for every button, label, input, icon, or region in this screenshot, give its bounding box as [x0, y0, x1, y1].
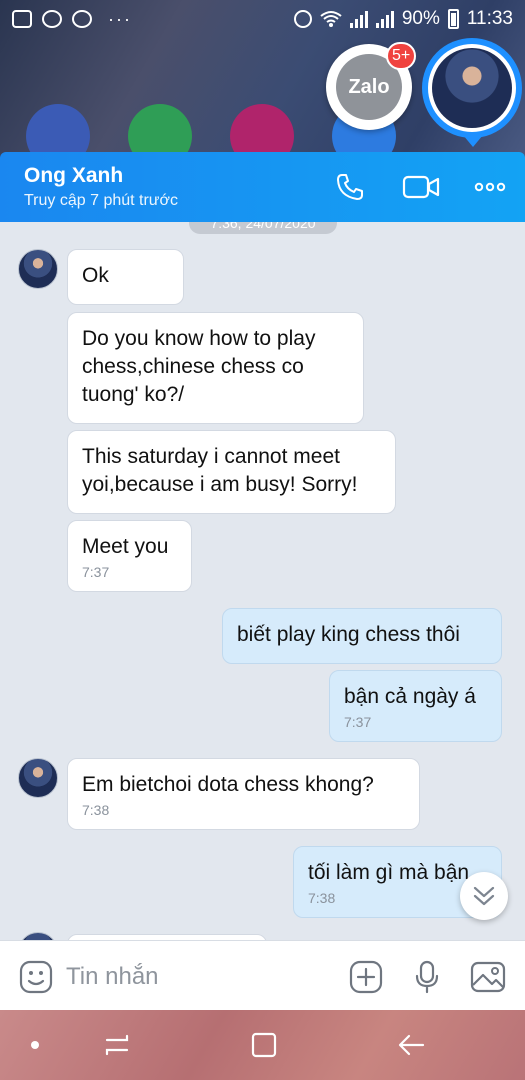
- message-text: tối làm gì mà bận: [308, 861, 470, 884]
- message-bubble-incoming[interactable]: Em bietchoi dota chess khong? 7:38: [67, 758, 420, 830]
- home-icon: [251, 1032, 277, 1058]
- message-text: Do you know how to play chess,chinese ch…: [82, 327, 316, 406]
- sticker-button[interactable]: [18, 959, 54, 995]
- voice-message-button[interactable]: [409, 959, 445, 995]
- unread-badge: 5+: [386, 42, 417, 70]
- chat-header: Ong Xanh Truy cập 7 phút trước: [0, 152, 525, 222]
- viber-notification-icon: [42, 10, 62, 28]
- contact-chat-head[interactable]: [422, 38, 522, 138]
- send-image-button[interactable]: [470, 959, 506, 995]
- avatar[interactable]: [18, 932, 58, 940]
- viber-notification-icon-2: [72, 10, 92, 28]
- back-icon: [398, 1034, 425, 1056]
- signal-icon: [349, 10, 368, 28]
- message-text: bận cả ngày á: [344, 685, 476, 708]
- nav-dot-button[interactable]: [20, 1030, 50, 1060]
- more-attachments-button[interactable]: [348, 959, 384, 995]
- message-text: Ok: [82, 264, 109, 287]
- message-time: 7:38: [82, 802, 110, 818]
- status-bar: ··· 90% 11:33: [0, 0, 525, 38]
- message-bubble-incoming[interactable]: This saturday i cannot meet yoi,because …: [67, 430, 396, 514]
- scroll-to-bottom-button[interactable]: [460, 872, 508, 920]
- voice-call-button[interactable]: [333, 170, 367, 204]
- date-separator: 7:36, 24/07/2020: [189, 222, 337, 234]
- message-bubble-incoming[interactable]: Ok: [67, 249, 184, 305]
- system-navigation-bar: [0, 1010, 525, 1080]
- battery-icon: [447, 9, 459, 29]
- avatar[interactable]: [18, 758, 58, 798]
- contact-name[interactable]: Ong Xanh: [24, 164, 123, 188]
- battery-percent: 90%: [401, 8, 440, 29]
- chat-head-pointer: [463, 135, 483, 147]
- dot-icon: [31, 1041, 39, 1049]
- message-input-bar: [0, 940, 525, 1010]
- contact-chat-head-avatar: [432, 48, 512, 128]
- message-bubble-outgoing[interactable]: bận cả ngày á 7:37: [329, 670, 502, 742]
- message-time: 7:37: [344, 714, 372, 730]
- recents-button[interactable]: [102, 1030, 132, 1060]
- image-icon: [470, 961, 506, 993]
- message-input[interactable]: [66, 959, 326, 995]
- alarm-icon: [293, 10, 312, 28]
- more-notifications-icon: ···: [108, 8, 132, 29]
- clock: 11:33: [466, 8, 513, 29]
- sticker-icon: [19, 960, 53, 994]
- chevron-double-down-icon: [473, 886, 495, 906]
- signal-icon-2: [375, 10, 394, 28]
- message-list[interactable]: 7:36, 24/07/2020 Ok Do you know how to p…: [0, 222, 525, 940]
- message-time: 7:37: [82, 564, 110, 580]
- recents-icon: [105, 1034, 129, 1056]
- more-icon: [474, 182, 506, 192]
- video-call-button[interactable]: [401, 170, 441, 204]
- more-options-button[interactable]: [473, 170, 507, 204]
- video-icon: [402, 175, 440, 199]
- message-bubble-incoming[interactable]: Do you know how to play chess,chinese ch…: [67, 312, 364, 424]
- last-seen-status: Truy cập 7 phút trước: [24, 192, 178, 209]
- gallery-notification-icon: [12, 10, 32, 28]
- message-text: This saturday i cannot meet yoi,because …: [82, 445, 358, 496]
- message-text: biết play king chess thôi: [237, 623, 460, 646]
- mic-icon: [415, 960, 439, 994]
- phone-icon: [337, 174, 363, 200]
- back-button[interactable]: [396, 1030, 426, 1060]
- plus-icon: [349, 960, 383, 994]
- home-button[interactable]: [249, 1030, 279, 1060]
- message-bubble-outgoing[interactable]: biết play king chess thôi: [222, 608, 502, 664]
- wifi-icon: [320, 11, 342, 27]
- message-bubble-incoming[interactable]: Meet you 7:37: [67, 520, 192, 592]
- message-text: Meet you: [82, 535, 169, 558]
- message-text: Em bietchoi dota chess khong?: [82, 773, 374, 796]
- avatar[interactable]: [18, 249, 58, 289]
